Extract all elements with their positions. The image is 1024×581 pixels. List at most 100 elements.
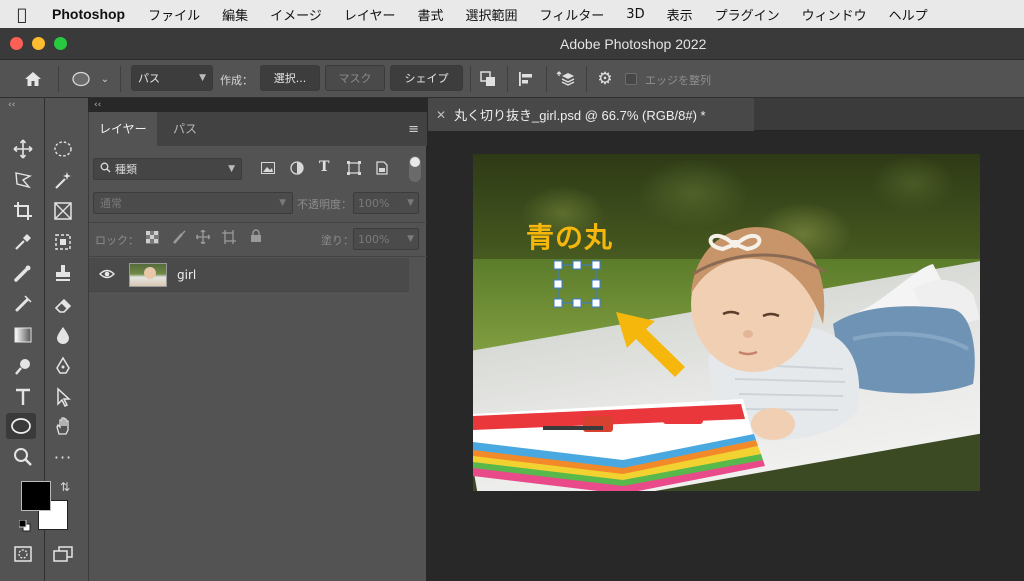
menu-select[interactable]: 選択範囲 [455,5,529,24]
menu-app-name[interactable]: Photoshop [44,6,137,22]
path-operations-icon[interactable] [476,68,500,90]
blur-tool-icon[interactable] [48,322,78,348]
chevron-down-icon: ▼ [228,164,235,174]
ellipse-bounding-box[interactable] [553,260,603,310]
fill-label: 塗り： [321,234,354,247]
menu-view[interactable]: 表示 [656,5,704,24]
screen-mode-icon[interactable] [48,541,78,567]
gradient-tool-icon[interactable] [8,322,38,348]
menu-image[interactable]: イメージ [259,5,333,24]
default-colors-icon[interactable] [18,519,31,532]
pixel-layer-filter-icon[interactable] [261,162,275,177]
hand-tool-icon[interactable] [48,413,78,439]
menu-edit[interactable]: 編集 [211,5,259,24]
lock-all-icon[interactable] [250,229,262,246]
blend-mode-select[interactable]: 通常 ▼ [93,192,293,214]
mode-select-value: パス [138,72,160,85]
lock-label: ロック： [95,234,139,247]
menu-help[interactable]: ヘルプ [878,5,939,24]
history-brush-icon[interactable] [8,291,38,317]
magic-wand-icon[interactable] [48,167,78,193]
more-tools-icon[interactable]: ··· [48,444,78,470]
layer-filter-select[interactable]: 種類 ▼ [93,158,242,180]
layer-row-girl[interactable]: girl [89,258,409,292]
blend-mode-value: 通常 [100,197,122,210]
ellipse-tool-icon[interactable] [6,413,36,439]
align-edges-checkbox[interactable] [625,73,637,85]
arrow-annotation-icon [616,312,685,377]
layers-panel-tabs: レイヤー パス ≡ [89,112,427,146]
mode-select[interactable]: パス ▼ [131,65,213,91]
document-canvas[interactable] [473,154,980,491]
collapse-tools-icon[interactable]: ‹‹ [8,100,15,110]
chevron-down-icon: ▼ [407,234,414,244]
object-selection-icon[interactable] [48,229,78,255]
align-edges-label: エッジを整列 [645,74,711,87]
path-alignment-icon[interactable] [514,68,538,90]
close-window-button[interactable] [10,37,23,50]
shape-button[interactable]: シェイプ [390,65,463,91]
chevron-down-icon: ▼ [279,198,286,208]
path-selection-icon[interactable] [48,384,78,410]
frame-tool-icon[interactable] [48,198,78,224]
tab-layers[interactable]: レイヤー [89,112,157,146]
foreground-color-swatch[interactable] [21,481,51,511]
collapse-panels-icon[interactable]: ‹‹ [94,100,101,110]
eraser-tool-icon[interactable] [48,291,78,317]
eye-visibility-icon[interactable] [99,268,115,283]
lock-transparent-icon[interactable] [146,231,159,247]
adjustment-layer-filter-icon[interactable] [290,161,304,178]
filter-toggle[interactable] [409,156,421,182]
tab-paths[interactable]: パス [163,112,207,146]
menu-layer[interactable]: レイヤー [333,5,407,24]
window-title: Adobe Photoshop 2022 [560,36,707,52]
menu-file[interactable]: ファイル [137,5,211,24]
ellipse-tool-preset-icon[interactable] [68,68,94,90]
menu-window[interactable]: ウィンドウ [791,5,878,24]
layer-filter-value: 種類 [115,163,137,176]
menu-type[interactable]: 書式 [407,5,455,24]
layer-thumbnail [129,263,167,287]
pen-tool-icon[interactable] [48,353,78,379]
zoom-window-button[interactable] [54,37,67,50]
crop-tool-icon[interactable] [8,198,38,224]
elliptical-marquee-tool-icon[interactable] [48,136,78,162]
gear-icon[interactable]: ⚙ [593,68,617,90]
fill-field[interactable]: 100% ▼ [353,228,419,250]
zoom-tool-icon[interactable] [8,444,38,470]
annotation-label: 青の丸 [526,221,614,254]
menu-filter[interactable]: フィルター [529,5,616,24]
dodge-tool-icon[interactable] [8,353,38,379]
window-title-bar: Adobe Photoshop 2022 [0,28,1024,60]
eyedropper-tool-icon[interactable] [8,229,38,255]
lock-position-icon[interactable] [195,229,211,247]
make-label: 作成： [220,74,253,87]
stamp-tool-icon[interactable] [48,260,78,286]
smart-object-filter-icon[interactable] [376,161,388,178]
move-tool-icon[interactable] [8,136,38,162]
quick-mask-icon[interactable] [8,541,38,567]
lock-image-pixels-icon[interactable] [172,230,186,247]
menu-plugins[interactable]: プラグイン [704,5,791,24]
lasso-tool-icon[interactable] [8,167,38,193]
home-icon[interactable] [20,68,46,90]
apple-icon[interactable]:  [0,5,44,24]
menu-3d[interactable]: 3D [615,7,655,22]
panel-menu-icon[interactable]: ≡ [408,122,419,137]
chevron-down-icon[interactable]: ⌄ [98,70,112,88]
lock-artboard-icon[interactable] [222,230,236,247]
opacity-field[interactable]: 100% ▼ [353,192,419,214]
healing-brush-icon[interactable] [8,260,38,286]
type-layer-filter-icon[interactable]: T [319,159,329,175]
type-tool-icon[interactable] [8,384,38,410]
opacity-value: 100% [358,196,390,210]
minimize-window-button[interactable] [32,37,45,50]
swap-colors-icon[interactable]: ⇅ [60,480,70,494]
path-arrangement-icon[interactable] [553,68,579,90]
shape-layer-filter-icon[interactable] [347,161,361,178]
document-tab[interactable]: ✕ 丸く切り抜き_girl.psd @ 66.7% (RGB/8#) * [428,98,754,131]
mask-button[interactable]: マスク [325,65,385,91]
selection-button[interactable]: 選択... [260,65,320,91]
layer-name: girl [177,268,197,282]
close-tab-icon[interactable]: ✕ [428,108,454,122]
